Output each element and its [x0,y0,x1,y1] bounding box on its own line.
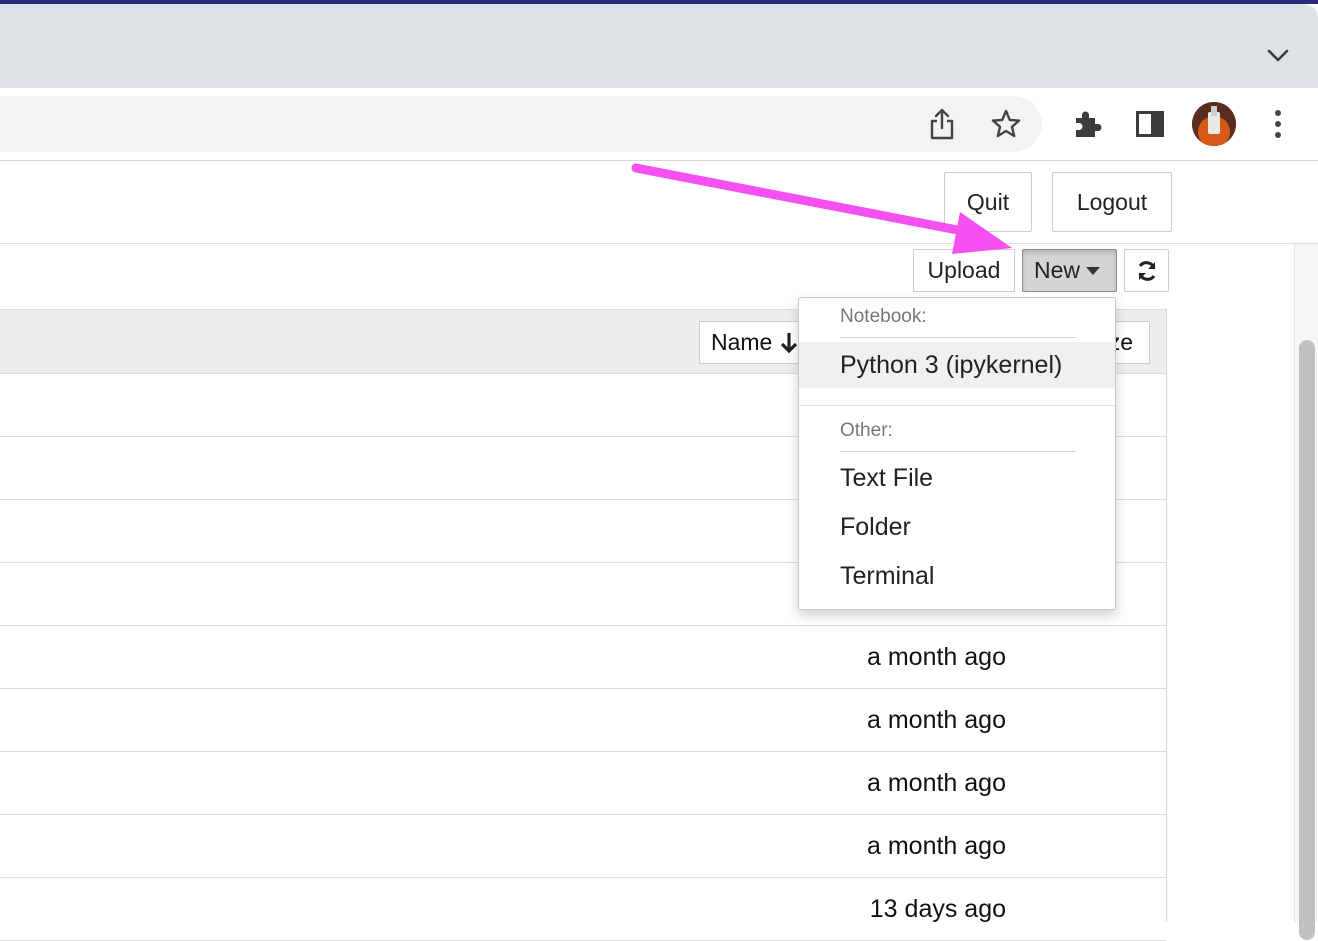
caret-down-icon [1086,266,1101,275]
modified-date: a month ago [867,643,1006,671]
menu-item-folder[interactable]: Folder [799,504,1115,550]
address-bar[interactable] [0,96,1042,152]
upload-button[interactable]: Upload [913,249,1015,292]
browser-tab-strip [0,4,1318,88]
section-rule [840,337,1076,338]
arrow-down-icon [780,332,798,354]
modified-date: a month ago [867,769,1006,797]
new-button[interactable]: New [1022,249,1117,292]
other-section-header: Other: [840,420,893,441]
avatar[interactable] [1192,102,1236,146]
section-rule [840,451,1076,452]
table-row[interactable]: a month ago [0,689,1166,752]
modified-date: 13 days ago [869,895,1006,923]
refresh-icon [1135,259,1159,283]
table-row[interactable]: a month ago [0,626,1166,689]
menu-divider [799,405,1115,406]
menu-item-terminal[interactable]: Terminal [799,553,1115,599]
logout-button[interactable]: Logout [1052,172,1172,232]
new-dropdown-menu: Notebook: Python 3 (ipykernel) Other: Te… [798,297,1116,610]
menu-item-text-file[interactable]: Text File [799,455,1115,501]
share-icon[interactable] [922,104,962,144]
table-row[interactable]: a month ago [0,815,1166,878]
new-button-label: New [1034,257,1081,283]
refresh-button[interactable] [1124,249,1169,292]
modified-date: a month ago [867,706,1006,734]
table-row[interactable]: 13 days ago [0,878,1166,941]
extensions-icon[interactable] [1066,104,1106,144]
scrollbar-thumb[interactable] [1299,340,1315,940]
side-panel-icon[interactable] [1130,104,1170,144]
modified-date: a month ago [867,832,1006,860]
table-row[interactable]: a month ago [0,752,1166,815]
name-column-label: Name [711,329,773,355]
more-menu-icon[interactable] [1258,104,1298,144]
star-icon[interactable] [986,104,1026,144]
chevron-down-icon[interactable] [1262,42,1294,70]
notebook-section-header: Notebook: [840,306,927,327]
quit-button[interactable]: Quit [944,172,1032,232]
menu-item-python3[interactable]: Python 3 (ipykernel) [799,342,1115,388]
